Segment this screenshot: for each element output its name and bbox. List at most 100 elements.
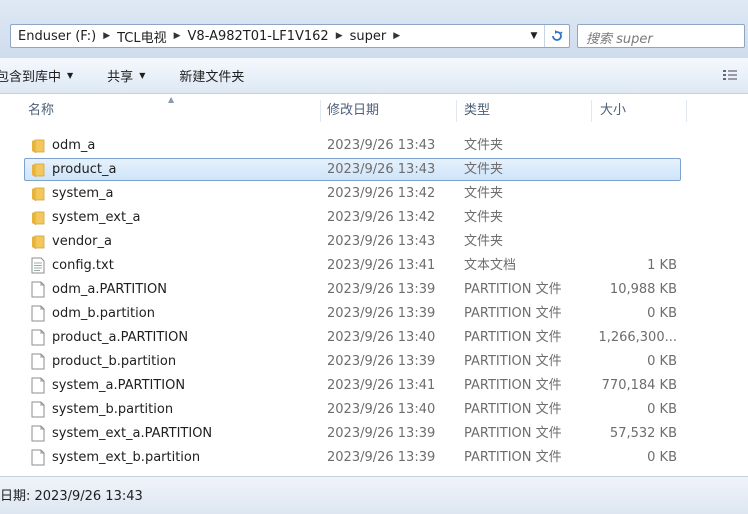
folder-icon — [30, 137, 46, 154]
file-row[interactable]: system_a 2023/9/26 13:42 文件夹 — [0, 182, 748, 206]
breadcrumb-tcl-folder[interactable]: TCL电视 — [114, 27, 170, 46]
file-size: 0 KB — [647, 354, 677, 369]
file-row[interactable]: product_b.partition 2023/9/26 13:39 PARTIT… — [0, 350, 748, 374]
file-row[interactable]: odm_b.partition 2023/9/26 13:39 PARTITION … — [0, 302, 748, 326]
file-row[interactable]: system_b.partition 2023/9/26 13:40 PARTITI… — [0, 398, 748, 422]
file-size: 10,988 KB — [609, 282, 677, 297]
command-toolbar: 包含到库中 ▼ 共享 ▼ 新建文件夹 — [0, 58, 748, 94]
column-header: ▲ 名称 修改日期 类型 大小 — [0, 94, 748, 128]
file-name: odm_a.PARTITION — [52, 282, 167, 297]
file-icon — [30, 353, 46, 370]
file-row[interactable]: system_ext_b.partition 2023/9/26 13:39 PAR… — [0, 446, 748, 470]
file-icon — [30, 281, 46, 298]
file-name: product_b.partition — [52, 354, 177, 369]
column-divider[interactable] — [320, 100, 321, 122]
breadcrumb-drive[interactable]: Enduser (F:) — [15, 29, 99, 44]
file-row[interactable]: system_a.PARTITION 2023/9/26 13:41 PARTITI… — [0, 374, 748, 398]
file-row[interactable]: vendor_a 2023/9/26 13:43 文件夹 — [0, 230, 748, 254]
file-type: 文件夹 — [464, 234, 504, 249]
file-modified-date: 2023/9/26 13:43 — [327, 234, 436, 249]
file-type: PARTITION 文件 — [464, 306, 562, 321]
file-name: product_a — [52, 162, 117, 177]
file-name: system_ext_a.PARTITION — [52, 426, 213, 441]
breadcrumb-separator-icon[interactable]: ▶ — [332, 31, 347, 41]
address-bar[interactable]: Enduser (F:) ▶ TCL电视 ▶ V8-A982T01-LF1V16… — [10, 24, 570, 48]
breadcrumb: Enduser (F:) ▶ TCL电视 ▶ V8-A982T01-LF1V16… — [11, 27, 524, 46]
file-row[interactable]: product_a 2023/9/26 13:43 文件夹 — [0, 158, 748, 182]
file-modified-date: 2023/9/26 13:39 — [327, 282, 436, 297]
file-modified-date: 2023/9/26 13:41 — [327, 258, 436, 273]
file-icon — [30, 449, 46, 466]
column-type[interactable]: 类型 — [464, 94, 490, 128]
new-folder-label: 新建文件夹 — [179, 70, 245, 85]
sort-ascending-icon: ▲ — [168, 95, 175, 104]
file-row[interactable]: system_ext_a 2023/9/26 13:42 文件夹 — [0, 206, 748, 230]
file-row[interactable]: odm_a.PARTITION 2023/9/26 13:39 PARTITION … — [0, 278, 748, 302]
file-icon — [30, 329, 46, 346]
column-divider[interactable] — [456, 100, 457, 122]
file-type: 文件夹 — [464, 162, 504, 177]
file-row[interactable]: config.txt 2023/9/26 13:41 文本文档 1 KB — [0, 254, 748, 278]
file-name: product_a.PARTITION — [52, 330, 189, 345]
file-name: config.txt — [52, 258, 114, 273]
file-size: 0 KB — [647, 402, 677, 417]
column-date[interactable]: 修改日期 — [327, 94, 379, 128]
chevron-down-icon: ▼ — [139, 71, 146, 80]
file-name: system_a — [52, 186, 114, 201]
column-size[interactable]: 大小 — [600, 94, 626, 128]
include-in-library-label: 包含到库中 — [0, 70, 62, 85]
include-in-library-button[interactable]: 包含到库中 ▼ — [0, 66, 73, 85]
file-type: 文件夹 — [464, 138, 504, 153]
breadcrumb-separator-icon[interactable]: ▶ — [99, 31, 114, 41]
file-icon — [30, 305, 46, 322]
file-row[interactable]: product_a.PARTITION 2023/9/26 13:40 PARTIT… — [0, 326, 748, 350]
file-modified-date: 2023/9/26 13:40 — [327, 330, 436, 345]
breadcrumb-separator-icon[interactable]: ▶ — [389, 31, 404, 41]
search-input[interactable]: 搜索 super — [577, 24, 745, 48]
file-size: 0 KB — [647, 306, 677, 321]
file-type: PARTITION 文件 — [464, 450, 562, 465]
file-modified-date: 2023/9/26 13:39 — [327, 450, 436, 465]
file-name: vendor_a — [52, 234, 112, 249]
breadcrumb-separator-icon[interactable]: ▶ — [170, 31, 185, 41]
breadcrumb-firmware-folder[interactable]: V8-A982T01-LF1V162 — [185, 29, 332, 44]
file-size: 1 KB — [647, 258, 677, 273]
file-size: 0 KB — [647, 450, 677, 465]
file-row[interactable]: odm_a 2023/9/26 13:43 文件夹 — [0, 134, 748, 158]
file-icon — [30, 401, 46, 418]
file-type: PARTITION 文件 — [464, 354, 562, 369]
file-type: PARTITION 文件 — [464, 426, 562, 441]
refresh-icon[interactable] — [544, 25, 569, 47]
status-bar: 日期: 2023/9/26 13:43 — [0, 476, 748, 514]
file-size: 770,184 KB — [601, 378, 677, 393]
navigation-bar: Enduser (F:) ▶ TCL电视 ▶ V8-A982T01-LF1V16… — [0, 0, 748, 58]
breadcrumb-super-folder[interactable]: super — [347, 29, 390, 44]
file-icon — [30, 425, 46, 442]
column-divider[interactable] — [591, 100, 592, 122]
folder-icon — [30, 161, 46, 178]
status-modified-date: 日期: 2023/9/26 13:43 — [0, 489, 143, 504]
change-view-icon[interactable] — [722, 68, 738, 82]
column-divider[interactable] — [686, 100, 687, 122]
file-name: odm_a — [52, 138, 96, 153]
share-button[interactable]: 共享 ▼ — [107, 66, 145, 85]
file-type: PARTITION 文件 — [464, 282, 562, 297]
text-file-icon — [30, 257, 46, 274]
file-size: 57,532 KB — [609, 426, 677, 441]
file-type: 文本文档 — [464, 258, 517, 273]
file-modified-date: 2023/9/26 13:39 — [327, 354, 436, 369]
folder-icon — [30, 209, 46, 226]
column-name[interactable]: 名称 — [28, 94, 54, 128]
new-folder-button[interactable]: 新建文件夹 — [179, 66, 244, 85]
file-list: odm_a 2023/9/26 13:43 文件夹 product_a 2023/9/2… — [0, 134, 748, 470]
file-type: 文件夹 — [464, 210, 504, 225]
folder-icon — [30, 185, 46, 202]
file-type: PARTITION 文件 — [464, 378, 562, 393]
file-modified-date: 2023/9/26 13:39 — [327, 426, 436, 441]
file-type: PARTITION 文件 — [464, 330, 562, 345]
share-label: 共享 — [107, 70, 134, 85]
file-icon — [30, 377, 46, 394]
address-history-dropdown-icon[interactable]: ▼ — [524, 25, 544, 47]
file-type: 文件夹 — [464, 186, 504, 201]
file-row[interactable]: system_ext_a.PARTITION 2023/9/26 13:39 PAR… — [0, 422, 748, 446]
